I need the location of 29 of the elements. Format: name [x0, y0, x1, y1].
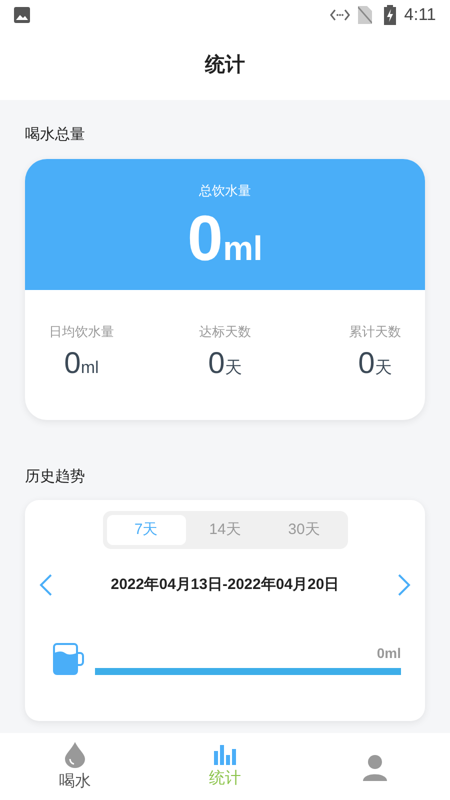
- range-tab[interactable]: 30天: [264, 515, 344, 545]
- battery-charging-icon: [384, 5, 396, 25]
- range-tab[interactable]: 7天: [106, 515, 186, 545]
- stat-label: 达标天数: [199, 322, 251, 340]
- no-sim-icon: [358, 6, 372, 24]
- status-time: 4:11: [404, 4, 436, 26]
- bar-chart-icon: [214, 745, 236, 765]
- page-title: 统计: [205, 52, 245, 78]
- total-value: 0ml: [187, 206, 263, 270]
- stat-value: 0ml: [64, 349, 99, 379]
- code-icon: [330, 9, 350, 21]
- image-icon: [14, 7, 30, 23]
- date-range: 2022年04月13日-2022年04月20日: [110, 574, 340, 595]
- amount-label: 0ml: [376, 644, 401, 663]
- stat-value: 0天: [208, 349, 242, 379]
- previous-icon[interactable]: [39, 573, 53, 597]
- cup-icon: [53, 643, 85, 675]
- section-title: 喝水总量: [25, 125, 86, 145]
- person-icon: [363, 755, 387, 781]
- total-label: 总饮水量: [199, 182, 251, 200]
- next-icon[interactable]: [397, 573, 411, 597]
- water-drop-icon: [65, 742, 85, 768]
- stat-value: 0天: [358, 349, 392, 379]
- range-tab[interactable]: 14天: [186, 515, 264, 545]
- stat-label: 累计天数: [349, 322, 401, 340]
- section-title: 历史趋势: [25, 466, 86, 486]
- nav-tab[interactable]: 统计: [150, 733, 300, 800]
- nav-tab[interactable]: 喝水: [0, 733, 150, 800]
- stat-label: 日均饮水量: [49, 322, 114, 340]
